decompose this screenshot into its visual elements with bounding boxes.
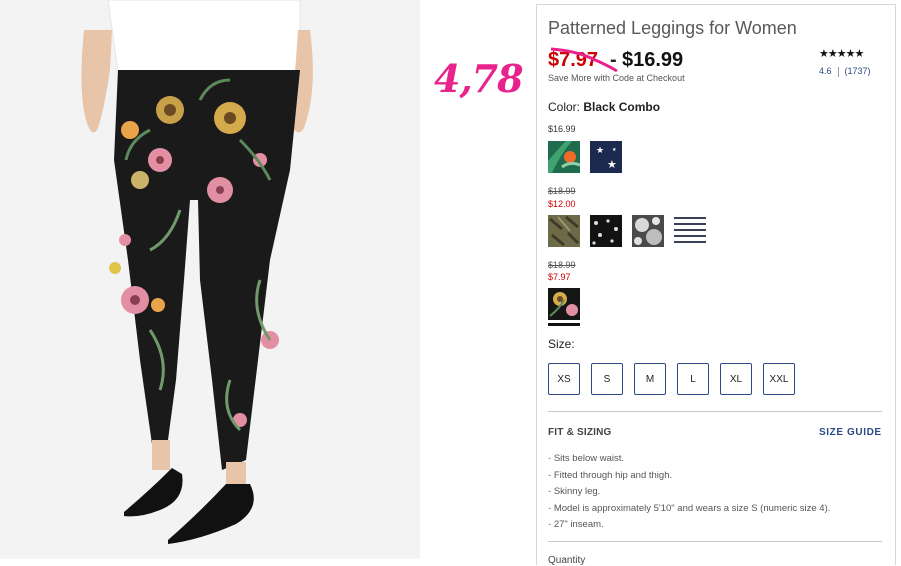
color-label: Color: bbox=[548, 100, 581, 114]
navy-star-swatch[interactable]: ★ ★ ★ bbox=[590, 141, 622, 173]
selected-swatch-indicator bbox=[548, 323, 580, 326]
svg-text:★: ★ bbox=[612, 147, 617, 153]
fit-detail-item: Fitted through hip and thigh. bbox=[548, 468, 830, 485]
price-separator: - bbox=[610, 49, 617, 71]
rating-stars-icon[interactable]: ★★★★★ bbox=[819, 47, 864, 60]
selected-color-name: Black Combo bbox=[583, 100, 661, 114]
quantity-label: Quantity bbox=[548, 555, 586, 566]
section-divider bbox=[548, 411, 882, 412]
rating-divider bbox=[837, 66, 839, 77]
section-divider bbox=[548, 541, 882, 542]
size-m-button[interactable]: M bbox=[634, 363, 666, 395]
green-tropical-swatch[interactable] bbox=[548, 141, 580, 173]
size-l-button[interactable]: L bbox=[677, 363, 709, 395]
black-combo-swatch[interactable] bbox=[548, 288, 580, 320]
rating-summary[interactable]: 4.6 (1737) bbox=[819, 66, 871, 77]
svg-text:★: ★ bbox=[596, 145, 604, 155]
tier-sale-price: $7.97 bbox=[548, 272, 571, 282]
size-s-button[interactable]: S bbox=[591, 363, 623, 395]
olive-leaf-swatch[interactable] bbox=[548, 215, 580, 247]
old-price: $7.97 bbox=[548, 49, 599, 71]
promo-text: Save More with Code at Checkout bbox=[548, 73, 685, 83]
black-dot-swatch[interactable] bbox=[590, 215, 622, 247]
size-guide-link[interactable]: SIZE GUIDE bbox=[819, 427, 882, 438]
size-xs-button[interactable]: XS bbox=[548, 363, 580, 395]
size-label: Size: bbox=[548, 337, 575, 351]
fit-detail-item: 27" inseam. bbox=[548, 517, 830, 534]
review-count-link[interactable]: (1737) bbox=[845, 66, 871, 76]
handwritten-price-note: 4,78 bbox=[434, 56, 524, 101]
fit-sizing-heading: FIT & SIZING bbox=[548, 427, 612, 438]
fit-detail-item: Model is approximately 5'10" and wears a… bbox=[548, 501, 831, 518]
color-selection: Color: Black Combo bbox=[548, 100, 660, 114]
product-info-panel: Patterned Leggings for Women $7.97 - $16… bbox=[536, 4, 896, 566]
current-price: $16.99 bbox=[622, 49, 684, 71]
tier-sale-price: $12.00 bbox=[548, 199, 576, 209]
fit-detail-item: Skinny leg. bbox=[548, 484, 830, 501]
rating-value: 4.6 bbox=[819, 66, 832, 76]
size-xxl-button[interactable]: XXL bbox=[763, 363, 795, 395]
fit-details-list: Sits below waist. Fitted through hip and… bbox=[548, 451, 831, 534]
tier-old-price: $18.99 bbox=[548, 186, 576, 196]
stripe-swatch[interactable] bbox=[674, 215, 706, 247]
gray-floral-swatch[interactable] bbox=[632, 215, 664, 247]
svg-text:★: ★ bbox=[607, 159, 617, 171]
size-xl-button[interactable]: XL bbox=[720, 363, 752, 395]
tier-old-price: $18.99 bbox=[548, 260, 576, 270]
product-title: Patterned Leggings for Women bbox=[548, 18, 797, 38]
tier-price: $16.99 bbox=[548, 124, 576, 134]
product-photo bbox=[0, 0, 420, 559]
fit-detail-item: Sits below waist. bbox=[548, 451, 830, 468]
